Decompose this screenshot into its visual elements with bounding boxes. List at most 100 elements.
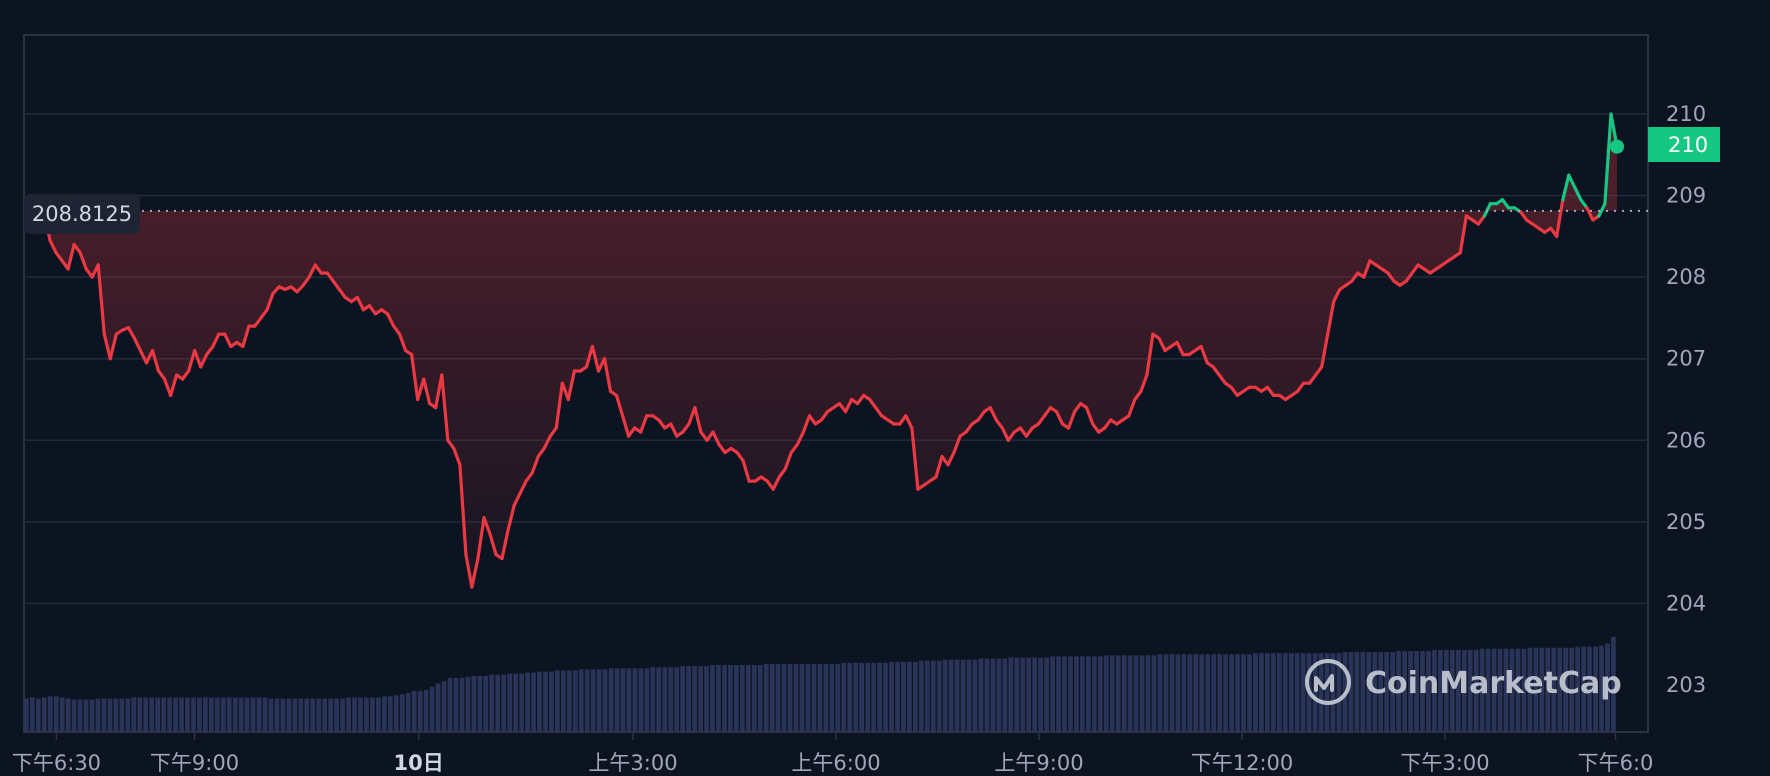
volume-bar [453,678,459,732]
volume-bar [853,662,859,732]
volume-bar [417,690,423,732]
volume-bar [441,681,447,732]
volume-bar [35,698,41,732]
volume-bar [208,697,214,732]
volume-bar [1270,653,1276,732]
volume-bar [918,660,924,732]
volume-bar [1151,655,1157,732]
y-tick-label: 205 [1666,510,1706,534]
volume-bar [262,697,268,732]
volume-bar [1080,656,1085,732]
volume-bar [662,667,668,732]
volume-bar [101,698,107,732]
volume-bar [668,667,674,732]
volume-bar [680,666,686,732]
volume-bar [1175,654,1181,732]
volume-bar [1163,654,1169,732]
y-tick-label: 207 [1666,347,1706,371]
volume-bar [1211,654,1217,732]
volume-bar [1354,652,1360,732]
volume-bar [972,659,978,732]
volume-bar [775,663,781,732]
volume-bar [698,666,703,732]
volume-bar [1294,653,1300,732]
volume-bar [763,663,769,732]
volume-bar [560,670,566,732]
volume-bar [805,663,811,732]
brand-watermark: CoinMarketCap [1305,659,1622,705]
volume-bar [1056,656,1061,732]
volume-bar [179,697,184,732]
volume-bar [614,668,620,732]
brand-name: CoinMarketCap [1365,666,1622,701]
volume-bar [907,661,912,732]
volume-bar [638,668,644,732]
volume-bar [799,663,805,732]
volume-bar [1348,652,1354,732]
volume-bar [280,698,286,732]
volume-bar [256,697,262,732]
volume-bar [1062,656,1067,732]
volume-bar [877,662,882,732]
volume-bar [608,668,614,732]
volume-bar [739,665,745,732]
volume-bar [871,662,876,732]
volume-bar [352,697,357,732]
volume-bar [596,669,602,732]
volume-bar [924,660,930,732]
volume-bar [71,699,77,732]
volume-bar [495,674,501,732]
volume-bar [728,665,733,732]
volume-bar [1026,657,1032,732]
volume-bar [835,663,841,732]
volume-bar [632,668,638,732]
volume-bar [1229,654,1234,732]
volume-bar [1145,655,1151,732]
volume-bar [1157,654,1163,732]
volume-bar [626,668,632,732]
volume-bar [895,661,900,732]
volume-bar [298,698,304,732]
area-fill [44,114,1617,588]
volume-bar [572,670,578,732]
volume-bar [393,695,399,732]
volume-bar [543,671,548,732]
volume-bar [704,666,709,732]
volume-bar [185,697,190,732]
volume-bar [859,662,865,732]
volume-bar [1223,654,1228,732]
volume-bar [238,697,244,732]
volume-bar [1330,653,1336,732]
volume-bar [65,698,71,732]
y-tick-label: 208 [1666,265,1706,289]
x-tick-label: 下午6:0 [1578,751,1654,775]
volume-bar [1288,653,1294,732]
volume-bar [149,697,155,732]
volume-bar [137,697,143,732]
y-axis: 203 204 205 206 207 208 209 210 [1666,102,1706,697]
volume-bar [1044,657,1050,732]
volume-bar [1008,657,1014,732]
volume-bar [883,662,888,732]
volume-bar [1103,655,1109,732]
volume-bar [537,671,542,732]
volume-bar [513,673,519,732]
volume-bar [829,663,835,732]
price-chart[interactable]: 203 204 205 206 207 208 209 210 下午6:30 下午9:00 10日… [0,0,1770,776]
volume-bar [41,697,47,732]
volume-bar [531,672,536,732]
volume-bar [984,658,990,732]
volume-bar [381,696,387,732]
volume-bar [1300,653,1306,732]
x-tick-label: 下午3:00 [1400,751,1489,775]
volume-bar [387,696,393,732]
volume-bar [89,699,95,732]
volume-bar [143,697,149,732]
volume-bar [268,698,274,732]
volume-bar [823,663,829,732]
volume-bar [960,659,966,732]
volume-bar [656,667,662,732]
volume-bar [59,697,65,732]
y-tick-label: 209 [1666,184,1706,208]
y-tick-label: 210 [1666,102,1706,126]
